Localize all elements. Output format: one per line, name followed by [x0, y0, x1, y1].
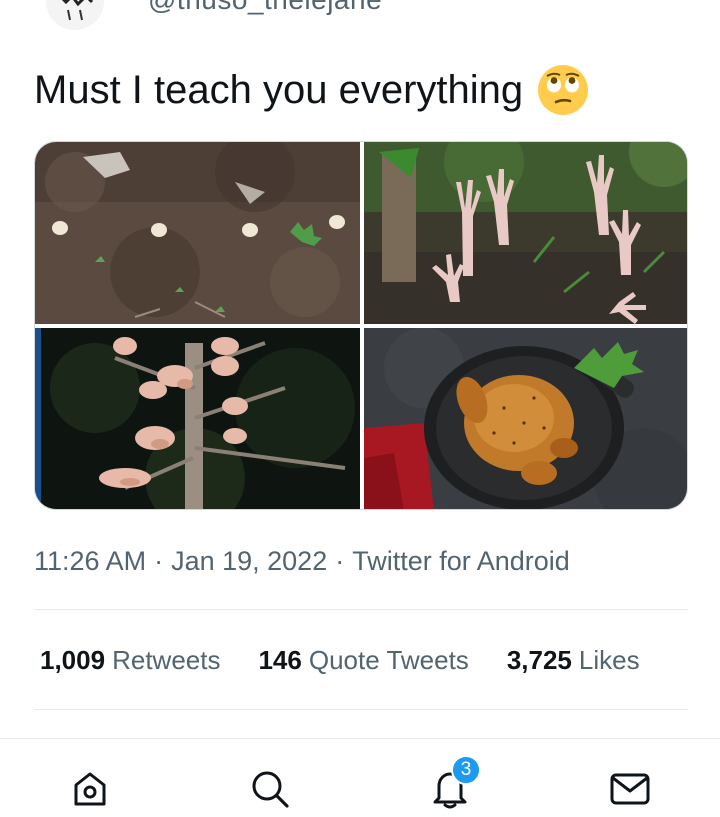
- separator-dot: ·: [335, 546, 345, 576]
- tweet-text-content: Must I teach you everything: [34, 68, 524, 112]
- quote-tweets-count: 146: [258, 645, 302, 675]
- tweet-media-grid: [34, 141, 688, 510]
- tweet-date[interactable]: Jan 19, 2022: [171, 546, 327, 576]
- home-icon: [74, 772, 106, 806]
- messages-icon: [610, 773, 650, 805]
- tweet-timestamp: 11:26 AM · Jan 19, 2022 · Twitter for Androi…: [34, 546, 570, 577]
- tweet-author-header: @thuso_thelejane: [0, 0, 720, 30]
- nav-messages[interactable]: [608, 767, 652, 811]
- likes-stat[interactable]: 3,725 Likes: [507, 645, 640, 676]
- nav-home[interactable]: [68, 767, 112, 811]
- media-eggs-planted[interactable]: [35, 142, 360, 324]
- likes-count: 3,725: [506, 645, 572, 675]
- retweets-stat[interactable]: 1,009 Retweets: [40, 645, 220, 676]
- separator-dot: ·: [154, 546, 164, 576]
- quote-tweets-stat[interactable]: 146 Quote Tweets: [258, 645, 468, 676]
- tweet-source[interactable]: Twitter for Android: [352, 546, 570, 576]
- retweets-count: 1,009: [40, 645, 106, 675]
- nav-search[interactable]: [248, 767, 292, 811]
- divider: [34, 709, 688, 710]
- tweet-text: Must I teach you everything: [34, 64, 589, 116]
- divider: [34, 609, 688, 610]
- media-chickens-on-tree[interactable]: [35, 328, 360, 509]
- search-icon: [252, 771, 289, 808]
- author-handle[interactable]: @thuso_thelejane: [148, 0, 382, 16]
- likes-label: Likes: [578, 645, 640, 675]
- retweets-label: Retweets: [112, 645, 221, 675]
- bottom-navigation: [0, 738, 720, 817]
- author-avatar[interactable]: [46, 0, 104, 30]
- quote-tweets-label: Quote Tweets: [308, 645, 469, 675]
- engagement-stats: 1,009 Retweets 146 Quote Tweets 3,725 Likes: [40, 645, 640, 676]
- tweet-time[interactable]: 11:26 AM: [34, 546, 146, 576]
- eye-roll-emoji-icon: [538, 65, 589, 115]
- media-chicken-feet-growing[interactable]: [364, 142, 687, 324]
- media-roast-chicken[interactable]: [364, 328, 687, 509]
- notification-badge: 3: [451, 755, 481, 785]
